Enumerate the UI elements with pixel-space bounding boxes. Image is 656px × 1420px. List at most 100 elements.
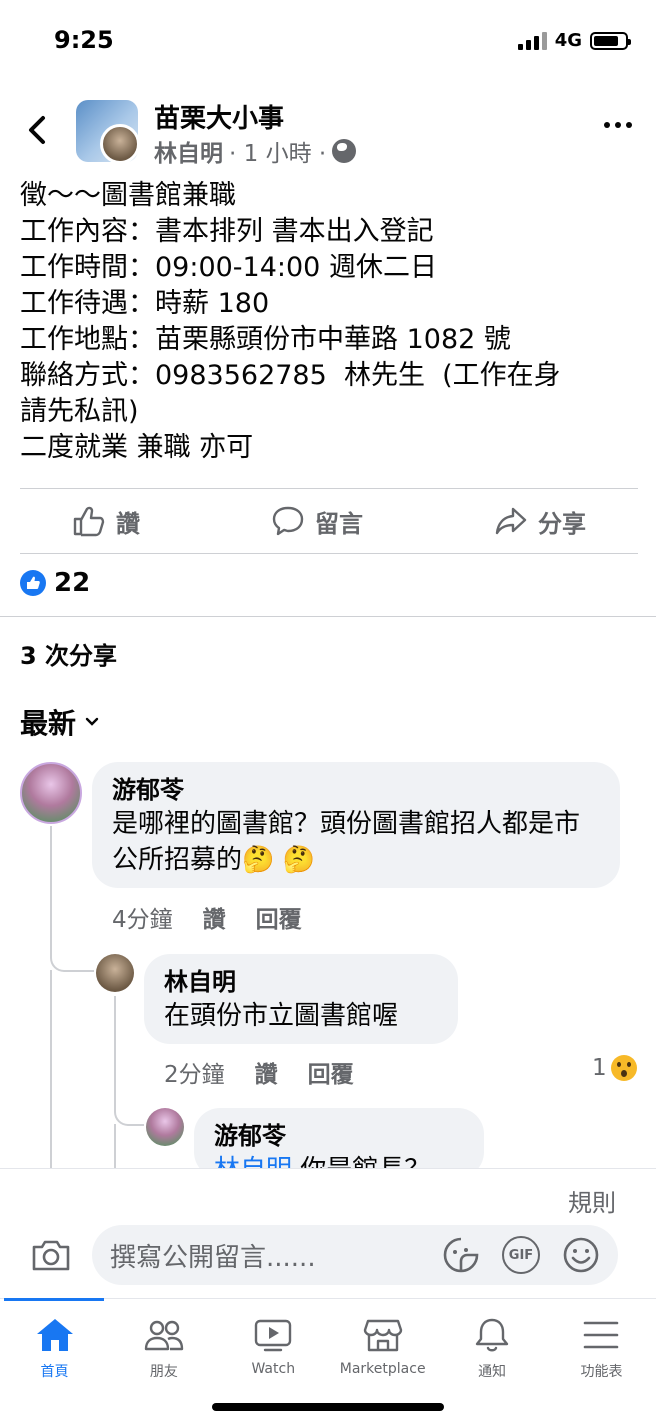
post-time[interactable]: · 1 小時 · <box>229 134 326 168</box>
thread-line <box>114 996 116 1090</box>
status-icons: 4G <box>517 30 631 51</box>
tab-watch[interactable]: Watch <box>219 1317 328 1381</box>
back-button[interactable] <box>22 110 52 150</box>
camera-icon[interactable] <box>30 1237 72 1273</box>
thread-line <box>114 1124 116 1168</box>
comment-sort-dropdown[interactable]: 最新 <box>20 702 100 742</box>
emoji-icon[interactable] <box>562 1236 600 1274</box>
reaction-summary[interactable]: 22 <box>20 568 90 598</box>
commenter-name[interactable]: 游郁苓 <box>214 1120 464 1152</box>
home-indicator[interactable] <box>212 1403 444 1411</box>
friends-icon <box>144 1320 184 1351</box>
post-line: 徵～～圖書館兼職 <box>20 180 236 211</box>
comment-reply-button[interactable]: 回覆 <box>256 900 302 934</box>
tab-label: Watch <box>251 1361 296 1377</box>
comment-button[interactable]: 留言 <box>271 504 363 539</box>
battery-icon <box>590 31 631 50</box>
bell-icon <box>475 1318 509 1352</box>
gif-icon[interactable]: GIF <box>502 1236 540 1274</box>
comment-icon <box>272 506 304 536</box>
share-count[interactable]: 3 次分享 <box>20 636 117 671</box>
status-bar: 9:25 4G <box>0 0 656 80</box>
thread-line <box>50 826 52 936</box>
comment-reply-button[interactable]: 回覆 <box>308 1055 354 1089</box>
comment-meta: 4分鐘 讚 回覆 <box>112 900 302 934</box>
comment-like-button[interactable]: 讚 <box>255 1055 278 1089</box>
active-tab-indicator <box>4 1298 104 1301</box>
thread-line <box>50 970 52 1168</box>
like-button[interactable]: 讚 <box>72 504 140 539</box>
commenter-name[interactable]: 林自明 <box>164 966 438 998</box>
comment-time: 2分鐘 <box>164 1062 225 1088</box>
wow-reaction-icon <box>610 1055 637 1081</box>
more-options-button[interactable] <box>604 122 632 128</box>
globe-icon <box>332 139 357 163</box>
commenter-avatar[interactable] <box>20 762 82 824</box>
tab-home[interactable]: 首頁 <box>0 1317 109 1381</box>
post-line: 二度就業 兼職 亦可 <box>20 432 254 463</box>
reaction-count: 22 <box>54 568 91 598</box>
comment-input-placeholder: 撰寫公開留言...... <box>110 1242 316 1273</box>
post-header: 苗栗大小事 林自明 · 1 小時 · <box>0 96 656 168</box>
post-line: 工作時間：09:00-14:00 週休二日 <box>20 252 437 283</box>
commenter-avatar[interactable] <box>146 1108 184 1146</box>
chevron-left-icon <box>29 116 45 144</box>
tab-label: Marketplace <box>339 1361 426 1377</box>
share-label: 分享 <box>538 509 586 538</box>
tab-label: 功能表 <box>580 1364 623 1380</box>
sticker-icon[interactable] <box>442 1236 480 1274</box>
post-line: 工作地點：苗栗縣頭份市中華路 1082 號 <box>20 324 511 355</box>
post-line: 工作待遇：時薪 180 <box>20 288 270 319</box>
menu-icon <box>584 1321 619 1349</box>
tab-label: 通知 <box>478 1364 507 1380</box>
signal-icon <box>517 31 547 50</box>
comment-text: 在頭份市立圖書館喔 <box>164 1001 399 1031</box>
sort-label: 最新 <box>20 707 77 740</box>
post-body: 徵～～圖書館兼職 工作內容：書本排列 書本出入登記 工作時間：09:00-14:… <box>20 178 640 466</box>
comment-like-button[interactable]: 讚 <box>203 900 226 934</box>
comment-reaction-count: 1 <box>592 1055 607 1081</box>
thread-connector <box>50 930 94 972</box>
post-line: 聯絡方式：0983562785 林先生 (工作在身 <box>20 360 561 391</box>
comment-bubble[interactable]: 游郁苓 是哪裡的圖書館？頭份圖書館招人都是市公所招募的🤔 🤔 <box>92 762 620 888</box>
status-time: 9:25 <box>54 26 114 54</box>
home-icon <box>36 1319 73 1351</box>
like-reaction-icon <box>20 570 46 596</box>
marketplace-icon <box>363 1319 402 1352</box>
post-meta: 林自明 · 1 小時 · <box>154 134 357 168</box>
comment-label: 留言 <box>315 509 363 538</box>
thumbs-up-icon <box>73 506 105 537</box>
group-name[interactable]: 苗栗大小事 <box>154 98 284 135</box>
comment-meta: 2分鐘 讚 回覆 <box>164 1055 354 1089</box>
chevron-down-icon <box>85 717 99 726</box>
tab-label: 朋友 <box>149 1364 178 1380</box>
bottom-tab-bar: 首頁 朋友 Watch Marketplace 通知 功能表 <box>0 1298 656 1420</box>
like-label: 讚 <box>116 509 140 538</box>
comment-text: 是哪裡的圖書館？頭份圖書館招人都是市公所招募的🤔 🤔 <box>112 809 581 875</box>
tab-menu[interactable]: 功能表 <box>547 1317 656 1381</box>
comment-input[interactable]: 撰寫公開留言...... GIF <box>92 1225 618 1285</box>
tab-label: 首頁 <box>40 1364 69 1380</box>
commenter-avatar[interactable] <box>96 954 134 992</box>
post-author[interactable]: 林自明 <box>154 134 223 168</box>
group-avatar[interactable] <box>76 100 140 164</box>
tab-marketplace[interactable]: Marketplace <box>328 1317 437 1381</box>
dot-icon <box>615 122 621 128</box>
watch-icon <box>255 1319 292 1352</box>
comment-composer: 規則 撰寫公開留言...... GIF <box>0 1168 656 1298</box>
commenter-name[interactable]: 游郁苓 <box>112 774 600 806</box>
post-action-bar: 讚 留言 分享 <box>20 488 638 554</box>
tab-notifications[interactable]: 通知 <box>438 1317 547 1381</box>
post-line: 工作內容：書本排列 書本出入登記 <box>20 216 434 247</box>
post-line: 請先私訊) <box>20 396 139 427</box>
dot-icon <box>604 122 610 128</box>
dot-icon <box>626 122 632 128</box>
share-button[interactable]: 分享 <box>494 504 586 539</box>
comment-bubble[interactable]: 林自明 在頭份市立圖書館喔 <box>144 954 458 1044</box>
author-avatar[interactable] <box>100 124 140 164</box>
rules-link[interactable]: 規則 <box>568 1183 616 1218</box>
share-icon <box>495 507 527 535</box>
tab-friends[interactable]: 朋友 <box>109 1317 218 1381</box>
composer-tools: GIF <box>442 1236 600 1274</box>
comment-reaction[interactable]: 1 <box>592 1055 637 1081</box>
